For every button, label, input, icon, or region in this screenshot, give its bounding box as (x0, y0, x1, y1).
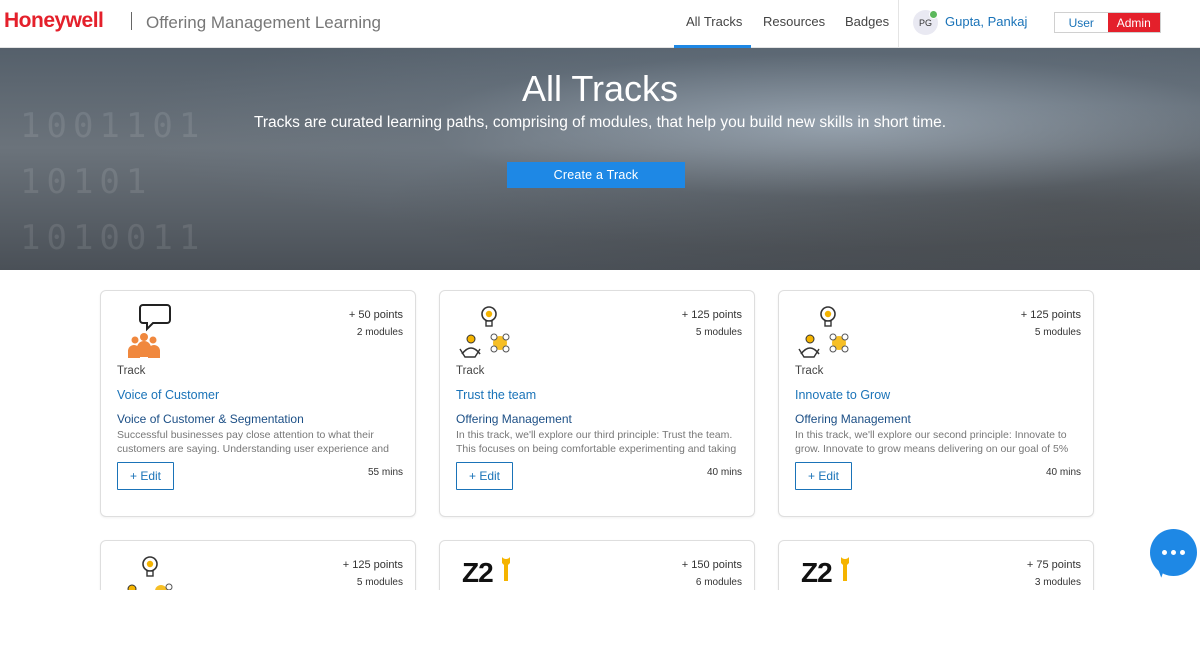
hero-banner: 1001101 10101 1010011 All Tracks Tracks ar… (0, 48, 1200, 270)
role-admin-button[interactable]: Admin (1107, 13, 1160, 32)
track-duration: 55 mins (367, 467, 403, 478)
z2-logo: Z2 (462, 557, 494, 588)
app-title: Offering Management Learning (146, 13, 382, 32)
nav-separator (898, 0, 899, 48)
create-track-button[interactable]: Create a Track (507, 162, 685, 188)
modules-count: 2 modules (356, 327, 403, 338)
track-title-link[interactable]: Voice of Customer (117, 388, 219, 402)
chat-dot-icon (1162, 550, 1167, 555)
honeywell-logo[interactable]: Honeywell (4, 9, 104, 33)
track-description: In this track, we'll explore our second … (795, 429, 1069, 455)
role-user-button[interactable]: User (1055, 13, 1108, 32)
page-bottom-area (0, 590, 1200, 661)
points-label: + 75 points (1026, 559, 1081, 571)
track-subtitle: Offering Management (456, 412, 572, 426)
top-header: Honeywell Offering Management Learning A… (0, 0, 1200, 48)
idea-team-icon (795, 301, 865, 361)
points-label: + 50 points (348, 309, 403, 321)
modules-count: 5 modules (1034, 327, 1081, 338)
points-label: + 150 points (681, 559, 742, 571)
track-card[interactable]: + 50 points 2 modules Track Voice of Cus… (100, 290, 416, 517)
track-subtitle: Voice of Customer & Segmentation (117, 412, 304, 426)
track-description: Successful businesses pay close attentio… (117, 429, 389, 455)
edit-track-button[interactable]: + Edit (795, 462, 852, 490)
points-label: + 125 points (342, 559, 403, 571)
wrench-icon (502, 557, 510, 581)
header-divider (131, 12, 132, 30)
card-type-label: Track (117, 365, 146, 377)
people-speech-icon (117, 301, 187, 361)
track-card[interactable]: + 125 points 5 modules Track Trust the t… (439, 290, 755, 517)
track-duration: 40 mins (1045, 467, 1081, 478)
wrench-icon (841, 557, 849, 581)
online-status-icon (929, 10, 938, 19)
chat-button[interactable] (1150, 529, 1197, 576)
track-duration: 40 mins (706, 467, 742, 478)
edit-track-button[interactable]: + Edit (456, 462, 513, 490)
role-toggle: User Admin (1054, 12, 1161, 33)
edit-track-button[interactable]: + Edit (117, 462, 174, 490)
idea-team-icon (456, 301, 526, 361)
modules-count: 5 modules (695, 327, 742, 338)
points-label: + 125 points (681, 309, 742, 321)
nav-all-tracks[interactable]: All Tracks (686, 14, 742, 29)
modules-count: 5 modules (356, 577, 403, 588)
track-title-link[interactable]: Trust the team (456, 388, 536, 402)
nav-resources[interactable]: Resources (763, 14, 825, 29)
card-type-label: Track (456, 365, 485, 377)
user-name-link[interactable]: Gupta, Pankaj (945, 14, 1027, 29)
z2-logo: Z2 (801, 557, 833, 588)
page-title: All Tracks (521, 68, 679, 109)
points-label: + 125 points (1020, 309, 1081, 321)
track-description: In this track, we'll explore our third p… (456, 429, 737, 455)
track-subtitle: Offering Management (795, 412, 911, 426)
track-card[interactable]: + 125 points 5 modules Track Innovate to… (778, 290, 1094, 517)
chat-dot-icon (1180, 550, 1185, 555)
page-subtitle: Tracks are curated learning paths, compr… (253, 114, 947, 131)
nav-badges[interactable]: Badges (845, 14, 889, 29)
modules-count: 3 modules (1034, 577, 1081, 588)
chat-dot-icon (1171, 550, 1176, 555)
card-type-label: Track (795, 365, 824, 377)
modules-count: 6 modules (695, 577, 742, 588)
track-title-link[interactable]: Innovate to Grow (795, 388, 890, 402)
